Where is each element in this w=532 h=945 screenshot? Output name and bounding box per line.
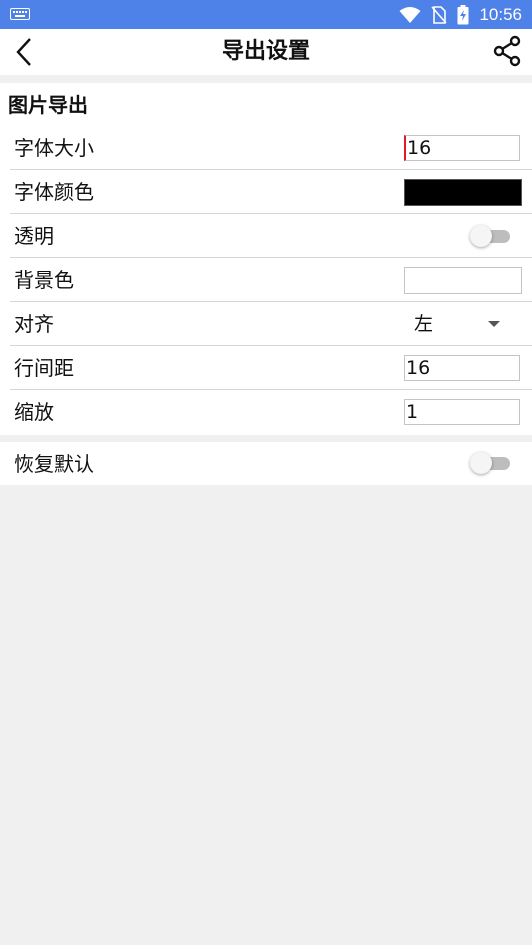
alignment-label: 对齐 [14,312,54,336]
restore-defaults-section: 恢复默认 [0,442,532,485]
zoom-input[interactable]: 1 [404,399,520,425]
no-sim-icon [431,5,448,24]
alignment-row: 对齐 左 [0,302,532,346]
restore-defaults-toggle[interactable] [470,452,512,474]
toggle-thumb [470,452,492,474]
zoom-label: 缩放 [14,400,54,424]
page-title: 导出设置 [221,39,310,64]
font-size-label: 字体大小 [14,136,94,160]
status-time: 10:56 [479,4,522,24]
transparent-label: 透明 [14,224,54,248]
line-spacing-label: 行间距 [14,356,74,380]
alignment-select[interactable]: 左 [414,302,433,346]
background-color-swatch[interactable] [404,267,522,294]
battery-charging-icon [457,4,469,24]
keyboard-icon [10,8,30,20]
font-color-swatch[interactable] [404,179,522,206]
toggle-thumb [470,225,492,247]
wifi-icon [399,6,421,23]
restore-defaults-label: 恢复默认 [14,452,94,476]
background-color-row: 背景色 [0,258,532,302]
transparent-toggle[interactable] [470,225,512,247]
transparent-row: 透明 [0,214,532,258]
restore-defaults-row: 恢复默认 [0,442,532,486]
background-color-label: 背景色 [14,268,74,292]
dropdown-caret-icon[interactable] [488,321,500,327]
status-bar: 10:56 [0,0,532,29]
font-color-row: 字体颜色 [0,170,532,214]
font-size-row: 字体大小 16 [0,126,532,170]
app-bar: 导出设置 [0,29,532,75]
line-spacing-input[interactable]: 16 [404,355,520,381]
section-title: 图片导出 [8,93,88,117]
image-export-section: 图片导出 字体大小 16 字体颜色 透明 背景色 对齐 左 行间距 16 缩放 … [0,83,532,435]
font-size-input[interactable]: 16 [404,135,520,161]
font-color-label: 字体颜色 [14,180,94,204]
line-spacing-row: 行间距 16 [0,346,532,390]
zoom-row: 缩放 1 [0,390,532,434]
share-icon[interactable] [490,34,524,68]
